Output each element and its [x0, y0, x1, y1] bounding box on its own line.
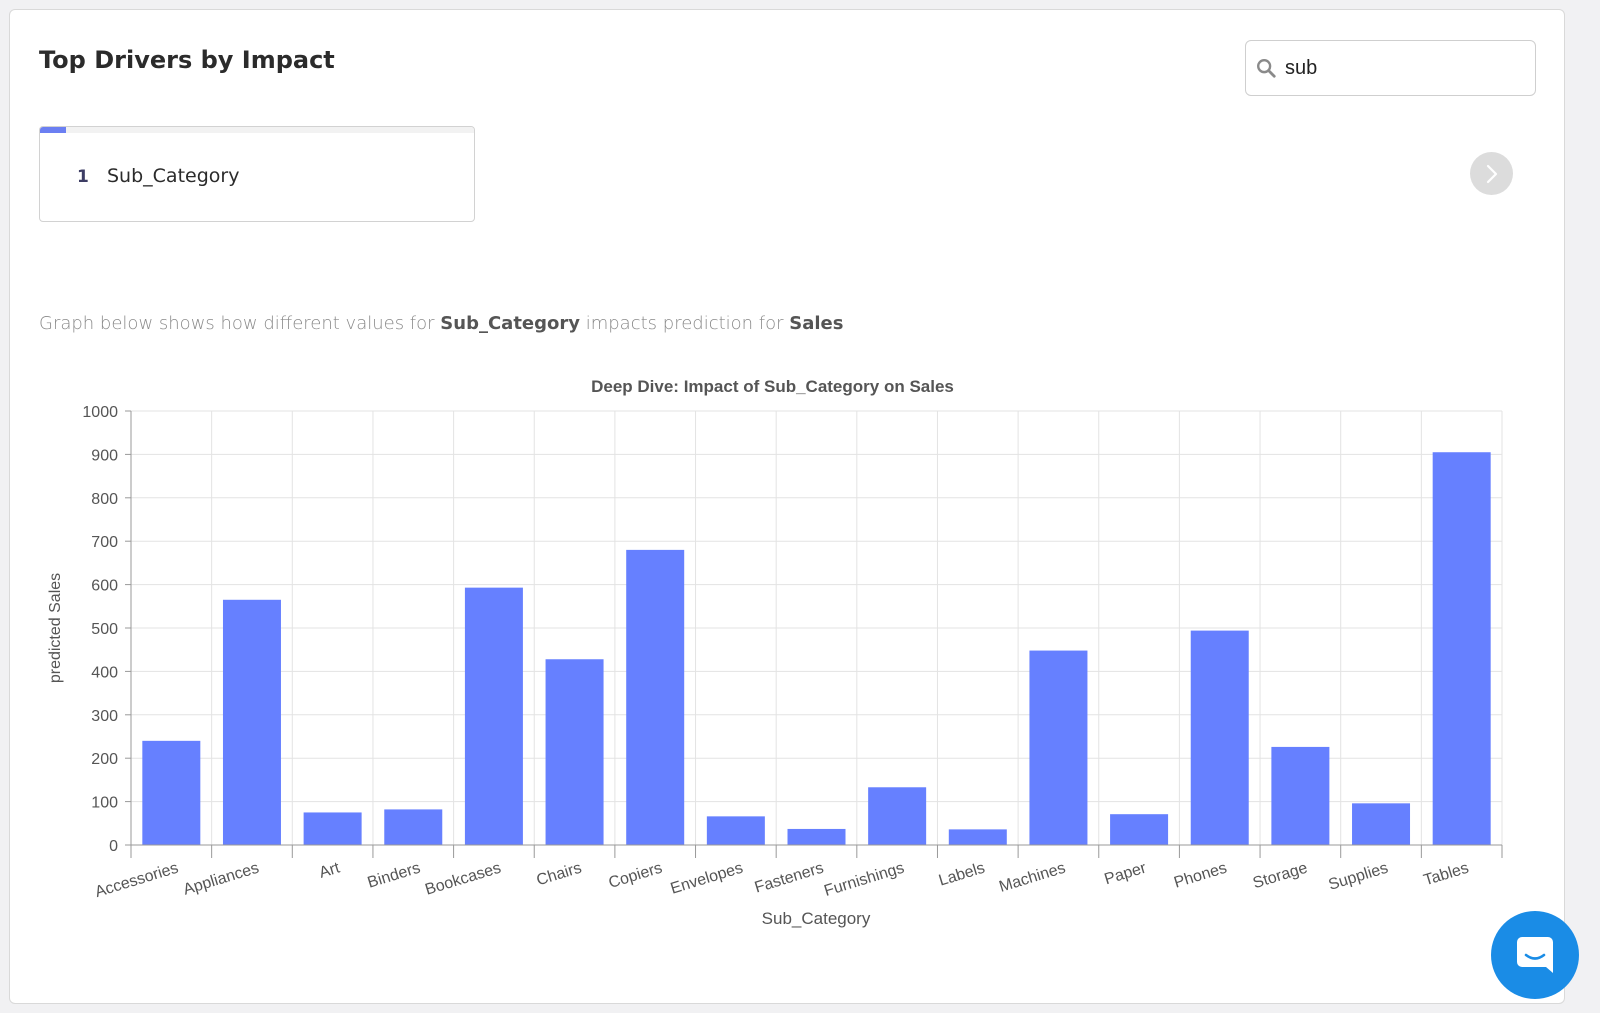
bar-art [303, 812, 362, 845]
bar-storage [1271, 746, 1330, 845]
y-tick-label: 1000 [82, 404, 118, 421]
bar-fasteners [787, 828, 846, 845]
bar-envelopes [706, 816, 765, 845]
bar-appliances [222, 599, 281, 845]
x-tick-label: Fasteners [753, 860, 826, 897]
y-tick-label: 800 [91, 491, 118, 508]
y-tick-label: 400 [91, 664, 118, 681]
x-tick-label: Furnishings [822, 860, 906, 900]
x-tick-label: Bookcases [423, 860, 503, 899]
x-tick-label: Labels [937, 860, 987, 890]
x-tick-label: Storage [1251, 860, 1310, 893]
y-tick-label: 600 [91, 578, 118, 595]
x-tick-label: Paper [1102, 859, 1148, 888]
y-tick-label: 700 [91, 534, 118, 551]
bar-accessories [142, 740, 201, 845]
x-axis-label: Sub_Category [762, 909, 871, 928]
x-tick-label: Supplies [1327, 860, 1391, 894]
bar-machines [1029, 650, 1088, 845]
bar-labels [948, 829, 1007, 845]
y-axis-label: predicted Sales [47, 573, 64, 683]
bar-chart: 0 100 200 300 400 500 600 700 800 900 1000 Accessor… [47, 377, 1503, 928]
top-drivers-card: Top Drivers by Impact 1 Sub_Category Gra… [9, 9, 1565, 1004]
x-tick-label: Art [317, 859, 342, 881]
y-tick-label: 200 [91, 751, 118, 768]
chart-title: Deep Dive: Impact of Sub_Category on Sal… [591, 377, 954, 396]
chat-button[interactable] [1491, 911, 1579, 999]
x-tick-label: Envelopes [669, 860, 745, 898]
x-tick-label: Chairs [535, 860, 584, 890]
y-tick-label: 900 [91, 447, 118, 464]
x-tick-label: Machines [997, 860, 1067, 896]
x-tick-label: Accessories [93, 860, 180, 901]
bar-binders [384, 809, 443, 845]
x-tick-label: Binders [366, 860, 423, 892]
bar-paper [1110, 814, 1169, 845]
bar-supplies [1352, 803, 1411, 845]
y-tick-label: 500 [91, 621, 118, 638]
bar-furnishings [868, 787, 927, 845]
x-tick-label: Copiers [607, 860, 665, 892]
bar-tables [1432, 452, 1491, 845]
y-tick-label: 0 [109, 838, 118, 855]
x-tick-label: Tables [1422, 860, 1471, 890]
bar-bookcases [464, 587, 523, 845]
bar-copiers [626, 549, 685, 845]
bar-chairs [545, 659, 604, 845]
x-tick-label: Phones [1172, 860, 1229, 892]
chat-icon [1517, 937, 1553, 973]
y-tick-label: 300 [91, 708, 118, 725]
y-tick-label: 100 [91, 795, 118, 812]
x-tick-label: Appliances [181, 860, 261, 899]
bar-phones [1190, 630, 1249, 845]
